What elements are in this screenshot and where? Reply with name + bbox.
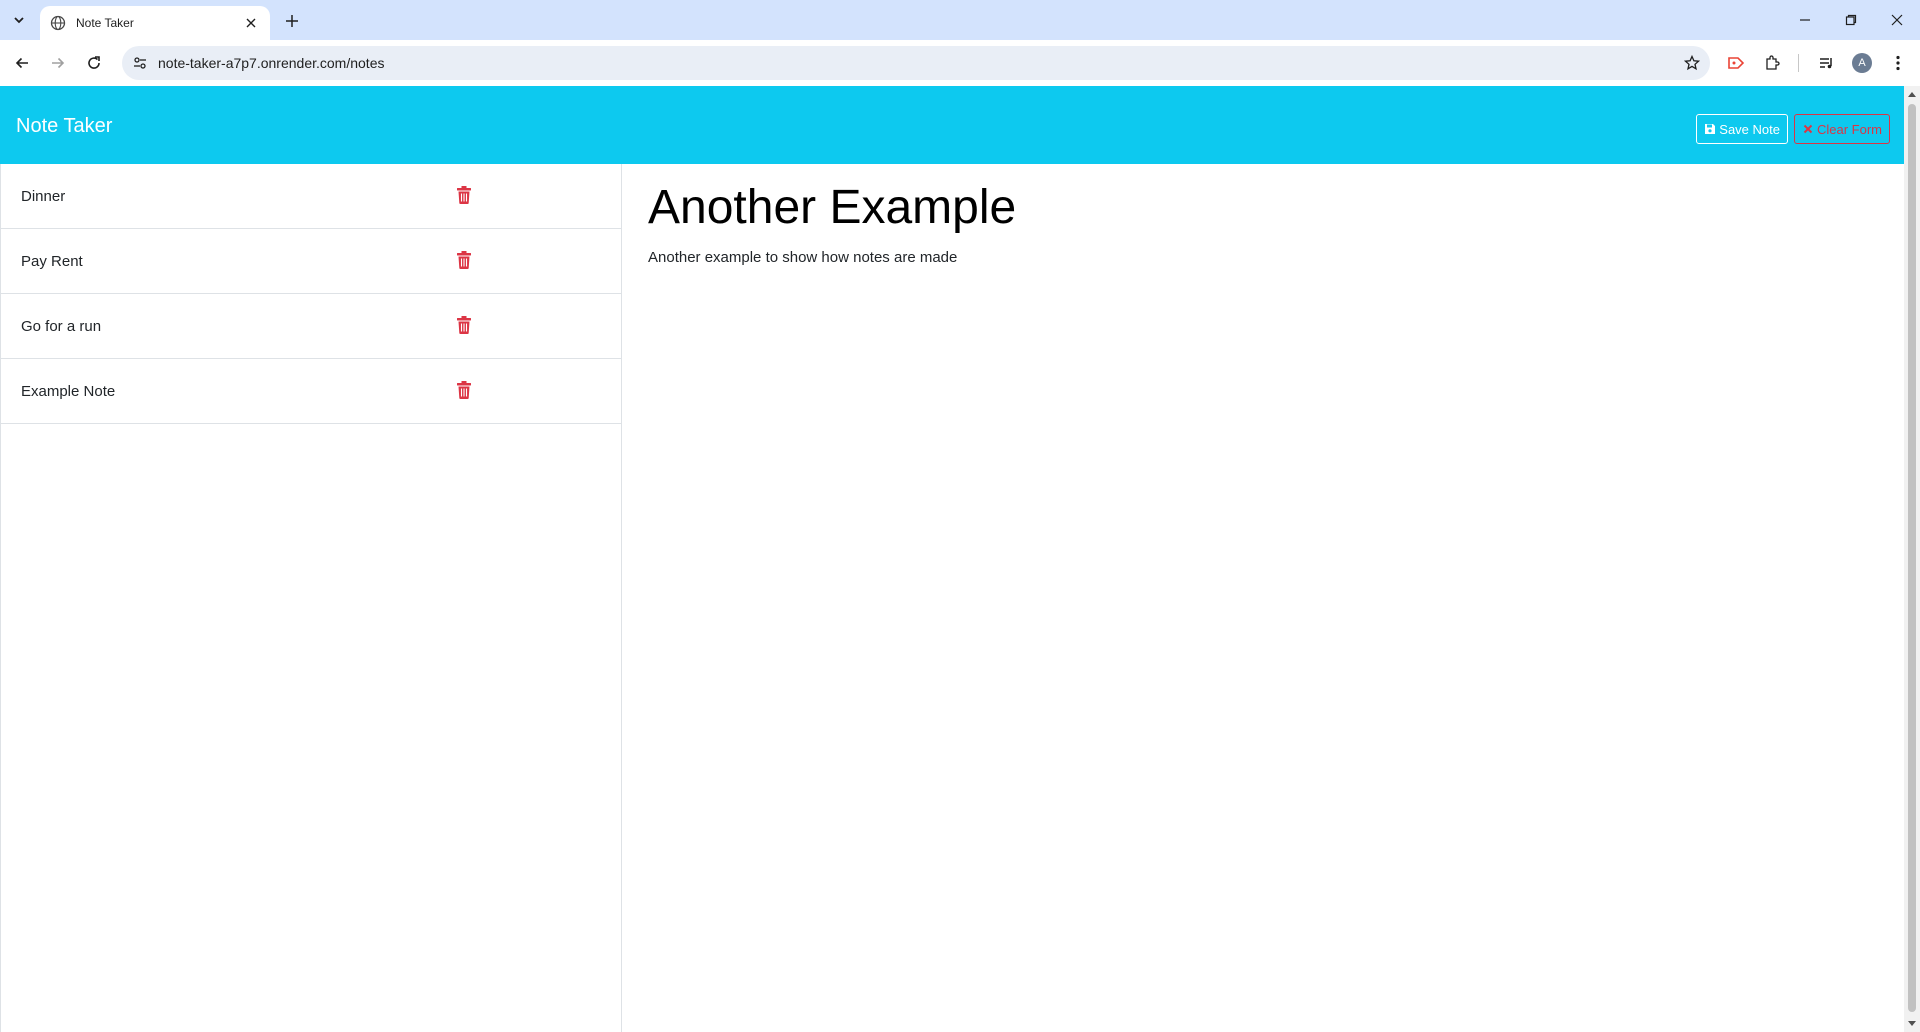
note-editor: Another Example Another example to show … (622, 164, 1904, 1032)
save-note-label: Save Note (1719, 121, 1780, 137)
media-controls-button[interactable] (1812, 49, 1840, 77)
clear-form-label: Clear Form (1816, 121, 1882, 137)
close-icon (1891, 14, 1903, 26)
reload-icon (88, 56, 100, 69)
tab-search-button[interactable] (6, 8, 32, 32)
extension-button[interactable] (1722, 49, 1750, 77)
trash-icon[interactable] (457, 316, 471, 334)
puzzle-icon (1766, 55, 1780, 70)
browser-menu-button[interactable] (1884, 49, 1912, 77)
plus-icon (286, 15, 298, 27)
bookmark-star-icon[interactable] (1674, 46, 1710, 80)
url-text: note-taker-a7p7.onrender.com/notes (158, 55, 385, 71)
app-navbar: Note Taker Save Note Clear Form (0, 86, 1904, 164)
restore-icon (1845, 14, 1857, 26)
scroll-down-arrow-icon[interactable] (1904, 1016, 1920, 1032)
extension-tag-icon (1728, 57, 1745, 69)
arrow-right-icon (52, 57, 65, 69)
browser-tab[interactable]: Note Taker (40, 6, 270, 40)
note-title: Dinner (21, 187, 66, 205)
note-actions: Save Note Clear Form (1696, 114, 1890, 144)
list-item[interactable]: Pay Rent (1, 229, 621, 294)
scroll-up-arrow-icon[interactable] (1904, 86, 1920, 102)
page-scrollbar[interactable] (1904, 86, 1920, 1032)
trash-icon[interactable] (457, 251, 471, 269)
clear-form-button[interactable]: Clear Form (1793, 114, 1890, 144)
notes-list: Dinner Pay Rent Go for a run Example Not… (0, 164, 622, 1032)
list-item[interactable]: Go for a run (1, 294, 621, 359)
close-icon[interactable] (242, 14, 260, 32)
more-vertical-icon (1896, 55, 1900, 71)
save-note-button[interactable]: Save Note (1696, 114, 1788, 144)
x-mark-icon (1802, 123, 1814, 135)
avatar: A (1852, 53, 1872, 73)
window-controls (1782, 0, 1920, 40)
browser-toolbar: note-taker-a7p7.onrender.com/notes A (0, 40, 1920, 86)
close-window-button[interactable] (1874, 0, 1920, 40)
note-title: Go for a run (21, 317, 102, 335)
forward-button[interactable] (44, 49, 72, 77)
page-viewport: Note Taker Save Note Clear Form Dinner P… (0, 86, 1920, 1032)
note-title: Pay Rent (21, 252, 83, 270)
note-title: Example Note (21, 382, 116, 400)
extensions-menu-button[interactable] (1758, 49, 1786, 77)
chevron-down-icon (14, 17, 24, 24)
back-button[interactable] (8, 49, 36, 77)
site-info-icon[interactable] (122, 46, 158, 80)
floppy-disk-icon (1704, 123, 1716, 135)
list-item[interactable]: Example Note (1, 359, 621, 424)
trash-icon[interactable] (457, 381, 471, 399)
tab-title: Note Taker (76, 16, 134, 30)
reload-button[interactable] (80, 49, 108, 77)
playlist-icon (1820, 58, 1832, 69)
arrow-left-icon (15, 57, 28, 69)
list-item[interactable]: Dinner (1, 164, 621, 229)
profile-button[interactable]: A (1848, 49, 1876, 77)
address-bar[interactable]: note-taker-a7p7.onrender.com/notes (122, 46, 1710, 80)
trash-icon[interactable] (457, 186, 471, 204)
browser-tab-bar: Note Taker (0, 0, 1920, 40)
minimize-button[interactable] (1782, 0, 1828, 40)
minimize-icon (1800, 19, 1810, 21)
globe-icon (50, 15, 66, 31)
app-brand[interactable]: Note Taker (16, 115, 112, 138)
note-title-field[interactable]: Another Example (648, 180, 1016, 235)
note-text-field[interactable]: Another example to show how notes are ma… (648, 249, 957, 266)
toolbar-divider (1798, 54, 1799, 72)
new-tab-button[interactable] (280, 9, 304, 33)
scrollbar-thumb[interactable] (1908, 104, 1916, 1012)
restore-button[interactable] (1828, 0, 1874, 40)
